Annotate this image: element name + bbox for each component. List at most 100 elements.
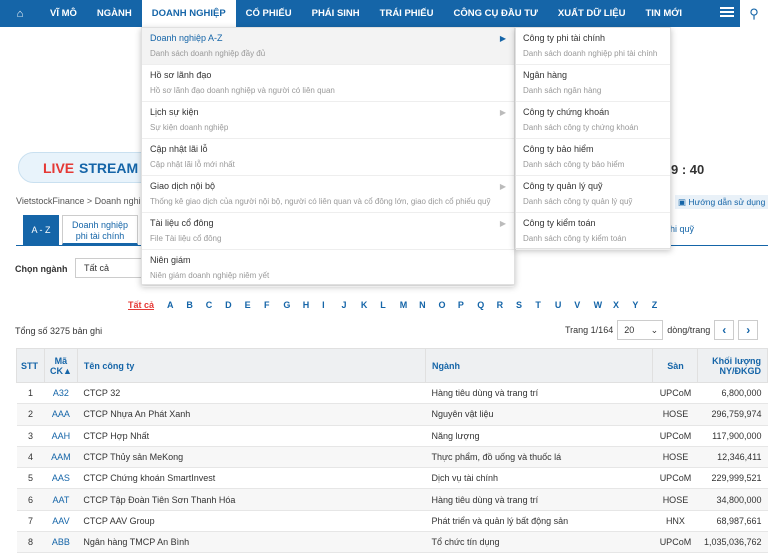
col-volume[interactable]: Khối lượng NY/ĐKGD	[697, 348, 768, 383]
guide-link[interactable]: ▣ Hướng dẫn sử dụng	[675, 195, 768, 209]
letter-i[interactable]: I	[322, 300, 341, 310]
row-code[interactable]: ABB	[44, 531, 78, 553]
letter-u[interactable]: U	[555, 300, 574, 310]
dropdown-item[interactable]: Cập nhật lãi lỗ Cập nhật lãi lỗ mới nhất	[142, 139, 514, 176]
letter-q[interactable]: Q	[477, 300, 496, 310]
dropdown-item[interactable]: Niên giám Niên giám doanh nghiệp niêm yết	[142, 250, 514, 287]
letter-c[interactable]: C	[206, 300, 225, 310]
nav-phai-sinh[interactable]: PHÁI SINH	[302, 0, 370, 27]
row-code[interactable]: AAV	[44, 510, 78, 533]
home-icon[interactable]: ⌂	[0, 8, 40, 20]
submenu-item[interactable]: Công ty bảo hiểm Danh sách công ty bảo hi…	[516, 139, 670, 176]
letter-e[interactable]: E	[245, 300, 264, 310]
letter-h[interactable]: H	[303, 300, 322, 310]
row-code[interactable]: AAA	[44, 403, 78, 426]
row-name: CTCP Chứng khoán SmartInvest	[77, 467, 426, 490]
row-volume: 117,900,000	[697, 425, 768, 447]
letter-w[interactable]: W	[594, 300, 613, 310]
top-nav: ⌂ VĨ MÔ NGÀNH DOANH NGHIỆP CỔ PHIẾU PHÁI…	[0, 0, 768, 27]
hamburger-icon[interactable]	[720, 5, 734, 19]
letter-j[interactable]: J	[342, 300, 361, 310]
table-row[interactable]: 2 AAA CTCP Nhựa An Phát Xanh Nguyên vật liệ…	[16, 403, 768, 426]
dropdown-item[interactable]: Lịch sự kiện Sự kiện doanh nghiệp ▶	[142, 102, 514, 139]
next-page-button[interactable]: ›	[738, 320, 759, 340]
search-icon[interactable]: ⚲	[740, 0, 768, 27]
nav-trai-phieu[interactable]: TRÁI PHIẾU	[370, 0, 444, 27]
row-stt: 2	[16, 403, 45, 426]
letter-k[interactable]: K	[361, 300, 380, 310]
letter-y[interactable]: Y	[632, 300, 651, 310]
row-name: CTCP Thủy sản MeKong	[77, 446, 426, 469]
letter-r[interactable]: R	[497, 300, 516, 310]
letter-a[interactable]: A	[167, 300, 186, 310]
letter-f[interactable]: F	[264, 300, 283, 310]
table-row[interactable]: 5 AAS CTCP Chứng khoán SmartInvest Dịch vụ …	[16, 467, 768, 490]
row-code[interactable]: A32	[44, 382, 78, 405]
submenu-item[interactable]: Công ty quản lý quỹ Danh sách công ty quả…	[516, 176, 670, 213]
submenu-item-desc: Danh sách công ty bảo hiểm	[523, 160, 625, 169]
row-industry: Phát triển và quản lý bất động sản	[425, 510, 653, 533]
letter-g[interactable]: G	[283, 300, 302, 310]
row-code[interactable]: AAM	[44, 446, 78, 469]
breadcrumb[interactable]: VietstockFinance > Doanh nghi	[16, 196, 141, 206]
letter-m[interactable]: M	[400, 300, 419, 310]
col-name[interactable]: Tên công ty	[76, 348, 427, 383]
dropdown-item[interactable]: Tài liệu cổ đông File Tài liệu cổ đông ▶	[142, 213, 514, 250]
letter-filter: Tất cả A B C D E F G H I J K L M N O P Q…	[128, 300, 671, 310]
table-row[interactable]: 8 ABB Ngân hàng TMCP An Bình Tổ chức tín dụ…	[16, 531, 768, 553]
table-row[interactable]: 3 AAH CTCP Hợp Nhất Năng lượng UPCoM 117,900,…	[16, 425, 768, 447]
letter-v[interactable]: V	[574, 300, 593, 310]
letter-d[interactable]: D	[225, 300, 244, 310]
dropdown-item[interactable]: Doanh nghiệp A-Z Danh sách doanh nghiệp đ…	[142, 28, 514, 65]
nav-vi-mo[interactable]: VĨ MÔ	[40, 0, 87, 27]
table-row[interactable]: 6 AAT CTCP Tập Đoàn Tiên Sơn Thanh Hóa Hàng…	[16, 488, 768, 511]
letter-n[interactable]: N	[419, 300, 438, 310]
nav-cong-cu-dau-tu[interactable]: CÔNG CỤ ĐẦU TƯ	[444, 0, 548, 27]
letter-l[interactable]: L	[380, 300, 399, 310]
row-code[interactable]: AAH	[44, 425, 78, 447]
dropdown-item[interactable]: Giao dịch nội bộ Thống kê giao dịch của n…	[142, 176, 514, 213]
table-row[interactable]: 7 AAV CTCP AAV Group Phát triển và quản lý …	[16, 510, 768, 533]
row-code[interactable]: AAS	[44, 467, 78, 490]
submenu-item[interactable]: Công ty kiểm toán Danh sách công ty kiểm …	[516, 213, 670, 250]
tab-a-z[interactable]: A - Z	[23, 215, 59, 245]
submenu-item[interactable]: Công ty chứng khoán Danh sách công ty chứ…	[516, 102, 670, 139]
col-industry[interactable]: Ngành	[424, 348, 654, 383]
col-stt: STT	[16, 348, 45, 383]
col-code[interactable]: Mã CK▲	[43, 348, 78, 383]
row-code[interactable]: AAT	[44, 488, 78, 511]
nav-nganh[interactable]: NGÀNH	[87, 0, 142, 27]
submenu-item[interactable]: Ngân hàng Danh sách ngân hàng	[516, 65, 670, 102]
prev-page-button[interactable]: ‹	[714, 320, 735, 340]
tab-doanh-nghiep-phi-tai-chinh[interactable]: Doanh nghiệp phi tài chính	[62, 215, 138, 245]
dropdown-item[interactable]: Hồ sơ lãnh đạo Hồ sơ lãnh đạo doanh nghiệ…	[142, 65, 514, 102]
nav-co-phieu[interactable]: CỔ PHIẾU	[236, 0, 302, 27]
table-row[interactable]: 1 A32 CTCP 32 Hàng tiêu dùng và trang trí UP…	[16, 382, 768, 405]
dropdown-item-desc: Niên giám doanh nghiệp niêm yết	[150, 271, 270, 280]
page-indicator: Trang 1/164	[565, 325, 614, 335]
letter-p[interactable]: P	[458, 300, 477, 310]
industry-filter-label: Chọn ngành	[15, 264, 68, 274]
row-volume: 34,800,000	[697, 488, 768, 511]
letter-s[interactable]: S	[516, 300, 535, 310]
dropdown-item-desc: Cập nhật lãi lỗ mới nhất	[150, 160, 235, 169]
page-size-select[interactable]: 20	[617, 320, 664, 340]
row-industry: Hàng tiêu dùng và trang trí	[425, 382, 653, 405]
letter-o[interactable]: O	[438, 300, 457, 310]
letter-all[interactable]: Tất cả	[128, 300, 167, 310]
submenu-item[interactable]: Công ty phi tài chính Danh sách doanh ngh…	[516, 28, 670, 65]
letter-z[interactable]: Z	[652, 300, 671, 310]
letter-b[interactable]: B	[186, 300, 205, 310]
col-exchange[interactable]: Sàn	[652, 348, 699, 383]
nav-xuat-du-lieu[interactable]: XUẤT DỮ LIỆU	[548, 0, 636, 27]
table-row[interactable]: 4 AAM CTCP Thủy sản MeKong Thực phẩm, đồ uố…	[16, 446, 768, 469]
nav-tin-moi[interactable]: TIN MỚI	[635, 0, 692, 27]
row-name: CTCP Tập Đoàn Tiên Sơn Thanh Hóa	[77, 488, 426, 511]
nav-doanh-nghiep[interactable]: DOANH NGHIỆP	[141, 0, 236, 27]
row-stt: 4	[16, 446, 45, 469]
industry-select[interactable]: Tất cả	[75, 258, 145, 278]
letter-x[interactable]: X	[613, 300, 632, 310]
letter-t[interactable]: T	[535, 300, 554, 310]
row-industry: Nguyên vật liệu	[425, 403, 653, 426]
tab-quy[interactable]: hi quỹ	[670, 215, 710, 245]
